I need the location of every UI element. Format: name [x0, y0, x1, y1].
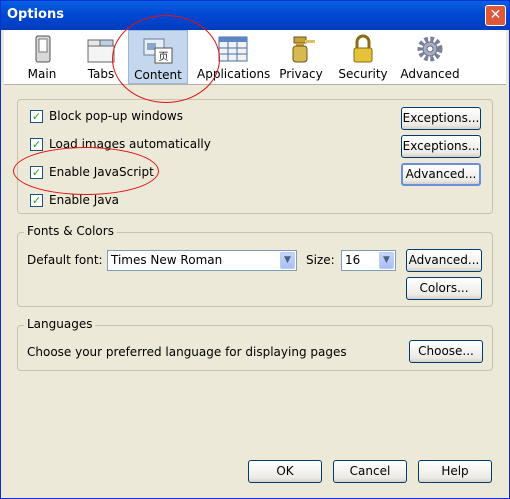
default-font-select[interactable]: Times New Roman ▼	[107, 250, 297, 271]
tab-main-label: Main	[27, 67, 57, 81]
tab-applications[interactable]: Applications	[197, 30, 271, 84]
svg-text:页: 页	[159, 51, 169, 63]
size-label: Size:	[306, 253, 335, 267]
languages-group: Languages Choose your preferred language…	[17, 317, 493, 371]
fonts-advanced-button[interactable]: Advanced...	[406, 249, 482, 272]
help-button[interactable]: Help	[418, 460, 492, 483]
fonts-colors-group: Fonts & Colors Default font: Times New R…	[17, 224, 493, 307]
privacy-icon	[292, 36, 315, 63]
ok-button[interactable]: OK	[248, 460, 322, 483]
category-toolbar: Main Tabs 页 Content Applications Privacy…	[4, 30, 506, 85]
languages-description: Choose your preferred language for displ…	[27, 345, 347, 359]
colors-button[interactable]: Colors...	[406, 277, 482, 300]
close-button[interactable]: ✕	[485, 5, 506, 26]
tab-advanced-label: Advanced	[400, 67, 460, 81]
tabs-icon	[87, 39, 115, 63]
tab-main[interactable]: Main	[11, 30, 73, 84]
window-title: Options	[7, 7, 64, 22]
main-icon	[35, 35, 51, 63]
advanced-icon	[417, 36, 443, 62]
default-font-value: Times New Roman	[111, 253, 223, 267]
tab-tabs[interactable]: Tabs	[74, 30, 128, 84]
load-images-check[interactable]: ✓	[30, 138, 43, 151]
options-window: Options ✕ Main Tabs 页 Content Applicatio…	[0, 0, 510, 499]
content-options-group: ✓ Block pop-up windows ✓ Load images aut…	[17, 99, 493, 214]
enable-java-check[interactable]: ✓	[30, 194, 43, 207]
popup-exceptions-button[interactable]: Exceptions...	[401, 107, 481, 130]
enable-java-label: Enable Java	[49, 193, 120, 207]
tab-privacy[interactable]: Privacy	[276, 30, 326, 84]
font-size-value: 16	[345, 253, 361, 267]
fonts-colors-title: Fonts & Colors	[24, 224, 117, 238]
block-popups-check[interactable]: ✓	[30, 110, 43, 123]
chevron-down-icon[interactable]: ▼	[379, 252, 394, 269]
title-bar[interactable]: Options ✕	[1, 1, 509, 30]
tab-content[interactable]: 页 Content	[128, 30, 188, 84]
applications-icon	[218, 36, 248, 62]
tab-tabs-label: Tabs	[87, 67, 115, 81]
tab-privacy-label: Privacy	[279, 67, 323, 81]
tab-security-label: Security	[338, 67, 388, 81]
font-size-select[interactable]: 16 ▼	[341, 250, 396, 271]
javascript-advanced-button[interactable]: Advanced...	[401, 163, 481, 186]
tab-content-label: Content	[134, 68, 182, 82]
languages-title: Languages	[24, 317, 96, 331]
block-popups-label: Block pop-up windows	[49, 109, 183, 123]
tab-security[interactable]: Security	[334, 30, 392, 84]
security-icon	[353, 34, 373, 63]
tab-advanced[interactable]: Advanced	[399, 30, 461, 84]
load-images-label: Load images automatically	[49, 137, 211, 151]
cancel-button[interactable]: Cancel	[333, 460, 407, 483]
choose-language-button[interactable]: Choose...	[409, 340, 483, 363]
content-icon: 页	[143, 38, 173, 64]
images-exceptions-button[interactable]: Exceptions...	[401, 135, 481, 158]
default-font-label: Default font:	[27, 253, 103, 267]
tab-applications-label: Applications	[197, 67, 271, 81]
enable-javascript-label: Enable JavaScript	[49, 165, 154, 179]
enable-javascript-check[interactable]: ✓	[30, 166, 43, 179]
chevron-down-icon[interactable]: ▼	[280, 252, 295, 269]
